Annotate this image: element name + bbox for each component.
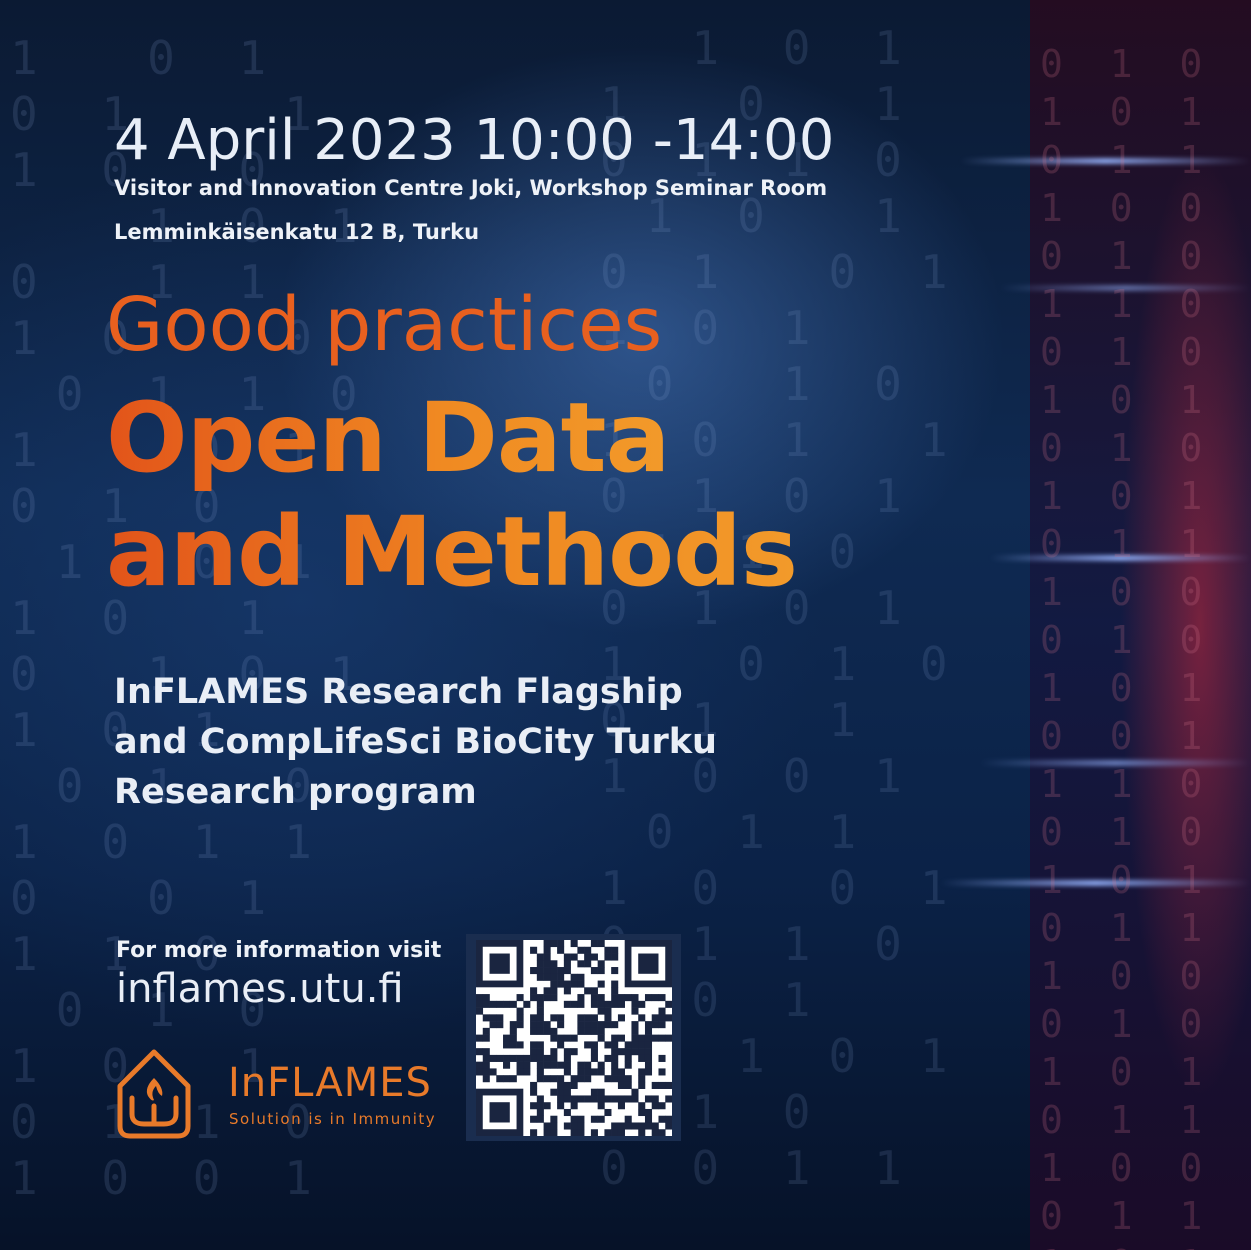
title-kicker: Good practices <box>106 282 663 368</box>
event-poster: 1 0 1 0 1 1 1 0 0 1 0 1 0 1 1 1 0 0 0 1 … <box>0 0 1251 1250</box>
organizer-line-1: InFLAMES Research Flagship <box>114 672 683 712</box>
event-venue: Visitor and Innovation Centre Joki, Work… <box>114 176 828 200</box>
logo-wordmark: InFLAMES <box>228 1060 432 1106</box>
organizer-line-3: Research program <box>114 772 477 812</box>
info-url-link[interactable]: inflames.utu.fi <box>116 966 404 1012</box>
event-date-time: 4 April 2023 10:00 -14:00 <box>114 108 835 173</box>
event-address: Lemminkäisenkatu 12 B, Turku <box>114 220 480 244</box>
qr-code-icon <box>476 940 672 1136</box>
qr-code[interactable] <box>466 934 681 1141</box>
organizer-line-2: and CompLifeSci BioCity Turku <box>114 722 717 762</box>
binary-pattern: 1 0 1 0 1 1 1 0 0 1 0 1 0 1 1 1 0 0 0 1 … <box>10 31 376 1205</box>
binary-pattern: 0 1 0 1 1 0 1 0 0 1 1 0 1 0 0 1 0 1 0 1 … <box>1040 42 1251 1250</box>
headline-line-2: and Methods <box>106 496 798 608</box>
info-label: For more information visit <box>116 938 442 963</box>
headline-line-1: Open Data <box>106 382 670 494</box>
flame-shield-icon <box>117 1049 191 1139</box>
logo-tagline: Solution is in Immunity <box>229 1110 437 1128</box>
